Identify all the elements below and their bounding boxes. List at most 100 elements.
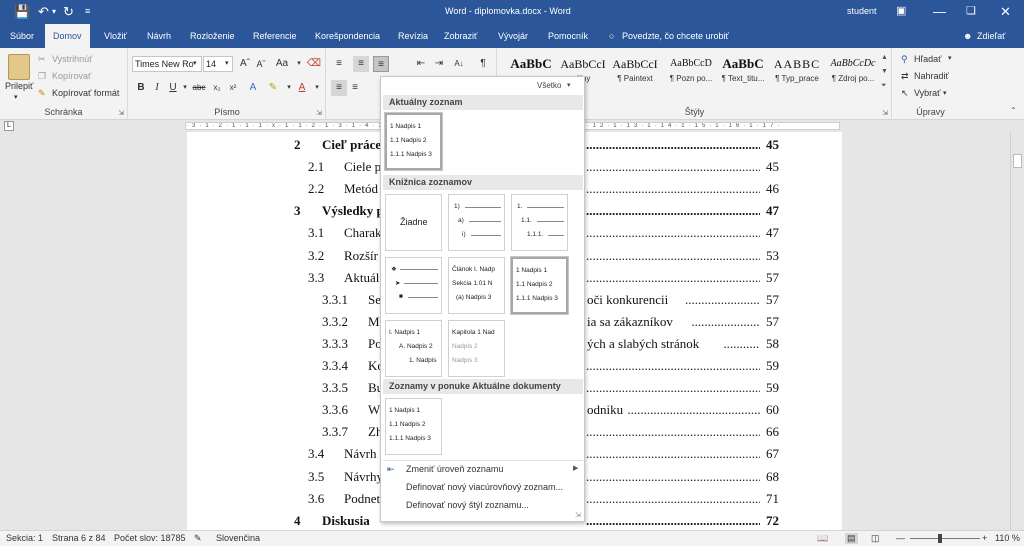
style-item[interactable]: AaBbCcDc ¶ Zdroj po... xyxy=(824,54,882,90)
styles-scroll-down-icon[interactable]: ▼ xyxy=(881,68,888,75)
zoom-slider[interactable] xyxy=(910,538,980,539)
scrollbar-thumb[interactable] xyxy=(1013,154,1022,168)
tab-selector-icon[interactable]: L xyxy=(4,121,14,131)
styles-scroll-up-icon[interactable]: ▲ xyxy=(881,54,888,61)
highlight-icon[interactable]: ✎ xyxy=(265,80,281,96)
change-list-level-item[interactable]: Zmeniť úroveň zoznamu xyxy=(406,464,503,474)
select-dropdown-icon[interactable]: ▾ xyxy=(943,88,947,100)
print-layout-icon[interactable]: ▤ xyxy=(845,533,858,544)
replace-icon[interactable]: ⇄ xyxy=(901,70,909,82)
tab-review[interactable]: Revízia xyxy=(398,24,428,48)
font-size-dropdown-icon[interactable]: ▾ xyxy=(225,58,229,70)
italic-icon[interactable]: I xyxy=(149,80,165,96)
section-indicator[interactable]: Sekcia: 1 xyxy=(6,533,43,543)
list-tile-current[interactable]: 1 Nadpis 1 1.1 Nadpis 2 1.1.1 Nadpis 3 xyxy=(384,112,443,171)
zoom-in-icon[interactable]: + xyxy=(982,533,987,543)
list-tile-roman[interactable]: I. Nadpis 1 A. Nadpis 2 1. Nadpis xyxy=(385,320,442,377)
font-launcher-icon[interactable]: ⇲ xyxy=(316,109,322,117)
format-painter-icon[interactable]: ✎ xyxy=(38,87,46,99)
zoom-out-icon[interactable]: — xyxy=(896,533,905,543)
bold-icon[interactable]: B xyxy=(133,80,149,96)
font-color-dropdown-icon[interactable]: ▾ xyxy=(309,80,325,96)
tab-developer[interactable]: Vývojár xyxy=(498,24,528,48)
change-case-icon[interactable]: Aa xyxy=(274,56,290,72)
page-indicator[interactable]: Strana 6 z 84 xyxy=(52,533,106,543)
language-indicator[interactable]: Slovenčina xyxy=(216,533,260,543)
find-icon[interactable]: ⚲ xyxy=(901,53,908,65)
resize-grip-icon[interactable]: ⇲ xyxy=(575,511,581,519)
text-effects-icon[interactable]: A xyxy=(245,80,261,96)
paste-icon[interactable] xyxy=(8,54,30,80)
cut-icon[interactable]: ✂ xyxy=(38,53,46,65)
list-tile-none[interactable]: Žiadne xyxy=(385,194,442,251)
select-button[interactable]: Vybrať xyxy=(914,87,941,99)
bullets-icon[interactable]: ≡ xyxy=(331,56,347,72)
tab-file[interactable]: Súbor xyxy=(10,24,34,48)
collapse-ribbon-icon[interactable]: ⌃ xyxy=(1010,106,1017,115)
tab-home[interactable]: Domov xyxy=(45,24,90,48)
tab-design[interactable]: Návrh xyxy=(147,24,171,48)
list-tile-article[interactable]: Článok I. Nadp Sekcia 1.01 N (a) Nadpis … xyxy=(448,257,505,314)
list-tile-chapter[interactable]: Kapitola 1 Nad Nadpis 2 Nadpis 3 xyxy=(448,320,505,377)
select-icon[interactable]: ↖ xyxy=(901,87,909,99)
zoom-level[interactable]: 110 % xyxy=(995,533,1020,543)
minimize-icon[interactable]: — xyxy=(933,3,946,20)
font-color-icon[interactable]: A xyxy=(294,80,310,96)
vertical-scrollbar[interactable] xyxy=(1010,132,1024,530)
numbering-icon[interactable]: ≡ xyxy=(353,56,369,72)
share-button[interactable]: Zdieľať xyxy=(977,24,1006,48)
filter-dropdown-icon[interactable]: ▾ xyxy=(567,81,571,89)
list-tile-paren[interactable]: 1) a) i) xyxy=(448,194,505,251)
define-multilevel-list-item[interactable]: Definovať nový viacúrovňový zoznam... xyxy=(406,482,563,492)
user-name[interactable]: student xyxy=(847,6,877,16)
clipboard-launcher-icon[interactable]: ⇲ xyxy=(118,109,124,117)
styles-more-icon[interactable]: ⏷ xyxy=(881,82,887,90)
undo-dropdown-icon[interactable]: ▾ xyxy=(52,3,56,20)
tell-me-search[interactable]: Povedzte, čo chcete urobiť xyxy=(622,24,729,48)
styles-launcher-icon[interactable]: ⇲ xyxy=(882,109,888,117)
clear-formatting-icon[interactable]: ⌫ xyxy=(306,56,322,72)
style-item[interactable]: AaBbC ¶ Text_titu... xyxy=(714,54,772,90)
tab-references[interactable]: Referencie xyxy=(253,24,297,48)
decrease-indent-icon[interactable]: ⇤ xyxy=(413,56,429,72)
find-dropdown-icon[interactable]: ▾ xyxy=(948,53,952,65)
web-layout-icon[interactable]: ◫ xyxy=(871,533,880,544)
tab-mailings[interactable]: Korešpondencia xyxy=(315,24,380,48)
align-center-icon[interactable]: ≡ xyxy=(347,80,363,96)
redo-icon[interactable]: ↻ xyxy=(63,3,74,20)
increase-indent-icon[interactable]: ⇥ xyxy=(431,56,447,72)
word-count[interactable]: Počet slov: 18785 xyxy=(114,533,186,543)
change-case-dropdown-icon[interactable]: ▾ xyxy=(291,56,307,72)
copy-icon[interactable]: ❐ xyxy=(38,70,46,82)
strikethrough-icon[interactable]: abc xyxy=(191,80,207,96)
find-button[interactable]: Hľadať xyxy=(914,53,942,65)
list-tile-bullets[interactable]: ❖ ➤ ■ xyxy=(385,257,442,314)
ribbon-display-icon[interactable]: ▣ xyxy=(896,3,906,20)
proofing-icon[interactable]: ✎ xyxy=(194,533,202,544)
list-tile-document[interactable]: 1 Nadpis 1 1.1 Nadpis 2 1.1.1 Nadpis 3 xyxy=(385,398,442,455)
cut-button[interactable]: Vystrihnúť xyxy=(52,53,93,65)
tab-layout[interactable]: Rozloženie xyxy=(190,24,235,48)
replace-button[interactable]: Nahradiť xyxy=(914,70,949,82)
define-list-style-item[interactable]: Definovať nový štýl zoznamu... xyxy=(406,500,529,510)
customize-quick-access-icon[interactable]: ≡ xyxy=(85,3,90,20)
read-mode-icon[interactable]: 📖 xyxy=(817,533,828,544)
close-icon[interactable]: ✕ xyxy=(1000,3,1011,20)
subscript-icon[interactable]: x₂ xyxy=(209,80,225,96)
tab-view[interactable]: Zobraziť xyxy=(444,24,477,48)
show-marks-icon[interactable]: ¶ xyxy=(475,56,491,72)
filter-all-button[interactable]: Všetko xyxy=(537,81,561,90)
style-item[interactable]: AaBbCcD ¶ Pozn po... xyxy=(662,54,720,90)
grow-font-icon[interactable]: Aˆ xyxy=(237,56,253,72)
tab-help[interactable]: Pomocník xyxy=(548,24,588,48)
font-name-box[interactable]: Times New Ro xyxy=(132,56,202,72)
zoom-slider-thumb[interactable] xyxy=(938,534,942,543)
style-item[interactable]: AABBC ¶ Typ_prace xyxy=(768,54,826,90)
list-tile-decimal[interactable]: 1. 1.1. 1.1.1. xyxy=(511,194,568,251)
font-name-dropdown-icon[interactable]: ▾ xyxy=(193,58,197,70)
sort-icon[interactable]: A↓ xyxy=(451,56,467,72)
copy-button[interactable]: Kopírovať xyxy=(52,70,91,82)
format-painter-button[interactable]: Kopírovať formát xyxy=(52,87,119,99)
align-left-icon[interactable]: ≡ xyxy=(331,80,347,96)
save-icon[interactable]: 💾 xyxy=(14,3,30,20)
